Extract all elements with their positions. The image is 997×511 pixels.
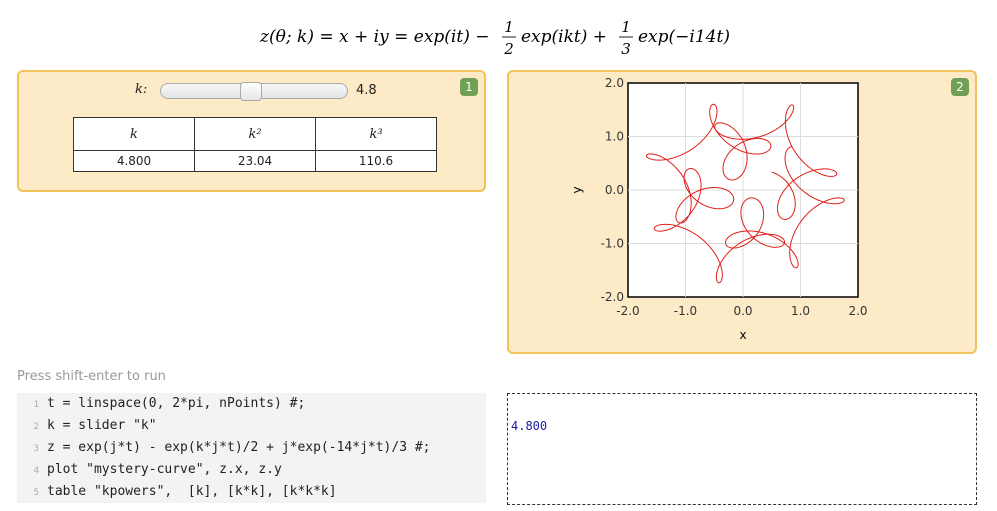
frac2-den: 3	[621, 40, 631, 58]
x-tick-label: 0.0	[733, 304, 752, 318]
code-text: t = linspace(0, 2*pi, nPoints) #;	[47, 396, 306, 411]
y-tick-label: 1.0	[605, 130, 624, 144]
y-tick-label: 2.0	[605, 76, 624, 90]
x-tick-label: -2.0	[616, 304, 639, 318]
slider-value: 4.8	[356, 83, 377, 98]
slider-label: k:	[135, 82, 148, 97]
table-header-k2: k²	[194, 117, 316, 151]
code-text: plot "mystery-curve", z.x, z.y	[47, 462, 282, 477]
x-tick-label: 2.0	[848, 304, 867, 318]
y-tick-label: -1.0	[601, 237, 624, 251]
plot-panel: 2 -2.0 -1.0 0.0 1.0 2.0 2.0 1.0 0.0 -1.0 -2.0 x y	[507, 70, 977, 354]
formula-right: exp(−i14t)	[638, 27, 730, 47]
x-tick-label: 1.0	[791, 304, 810, 318]
code-line[interactable]: 4 plot "mystery-curve", z.x, z.y	[17, 459, 282, 481]
frac1-den: 2	[503, 40, 514, 58]
table-cell-k3: 110.6	[315, 150, 437, 172]
output-box: 4.800	[507, 393, 977, 505]
output-value: 4.800	[511, 419, 548, 433]
line-number: 3	[33, 444, 39, 454]
code-editor[interactable]: 1 t = linspace(0, 2*pi, nPoints) #; 2 k = …	[17, 393, 486, 503]
table-header-k3: k³	[315, 117, 437, 151]
frac1-num: 1	[504, 18, 514, 36]
line-number: 4	[33, 466, 39, 476]
y-axis-label: y	[570, 186, 584, 193]
formula-left: z(θ; k) = x + iy = exp(it) −	[259, 27, 489, 47]
k-slider[interactable]	[160, 82, 348, 101]
code-text: k = slider "k"	[47, 418, 157, 433]
y-tick-label: -2.0	[601, 290, 624, 304]
table-header-k: k	[73, 117, 195, 151]
k-slider-thumb[interactable]	[240, 82, 262, 101]
k-slider-row: k: 4.8	[19, 81, 484, 101]
frac2-num: 1	[621, 18, 631, 36]
line-number: 5	[33, 488, 39, 498]
formula-svg: z(θ; k) = x + iy = exp(it) − 1 2 exp(ikt…	[259, 18, 730, 58]
code-text: z = exp(j*t) - exp(k*j*t)/2 + j*exp(-14*…	[47, 440, 431, 455]
line-number: 1	[33, 400, 39, 410]
code-text: table "kpowers", [k], [k*k], [k*k*k]	[47, 484, 337, 499]
code-line[interactable]: 3 z = exp(j*t) - exp(k*j*t)/2 + j*exp(-14…	[17, 437, 431, 459]
x-tick-label: -1.0	[674, 304, 697, 318]
code-line[interactable]: 5 table "kpowers", [k], [k*k], [k*k*k]	[17, 481, 337, 503]
code-line[interactable]: 1 t = linspace(0, 2*pi, nPoints) #;	[17, 393, 306, 415]
kpowers-table: k k² k³ 4.800 23.04 110.6	[73, 117, 437, 172]
run-hint: Press shift-enter to run	[17, 369, 166, 384]
kpowers-panel: 1 k: 4.8 k k² k³ 4.800 23.04 110.6	[17, 70, 486, 192]
line-number: 2	[33, 422, 39, 432]
table-cell-k: 4.800	[73, 150, 195, 172]
table-row: 4.800 23.04 110.6	[73, 150, 437, 172]
y-tick-label: 0.0	[605, 183, 624, 197]
mystery-curve-plot: -2.0 -1.0 0.0 1.0 2.0 2.0 1.0 0.0 -1.0 -2.0 x y	[570, 76, 868, 342]
x-axis-label: x	[739, 328, 746, 342]
formula-mid: exp(ikt) +	[521, 27, 607, 47]
table-cell-k2: 23.04	[194, 150, 316, 172]
code-line[interactable]: 2 k = slider "k"	[17, 415, 157, 437]
